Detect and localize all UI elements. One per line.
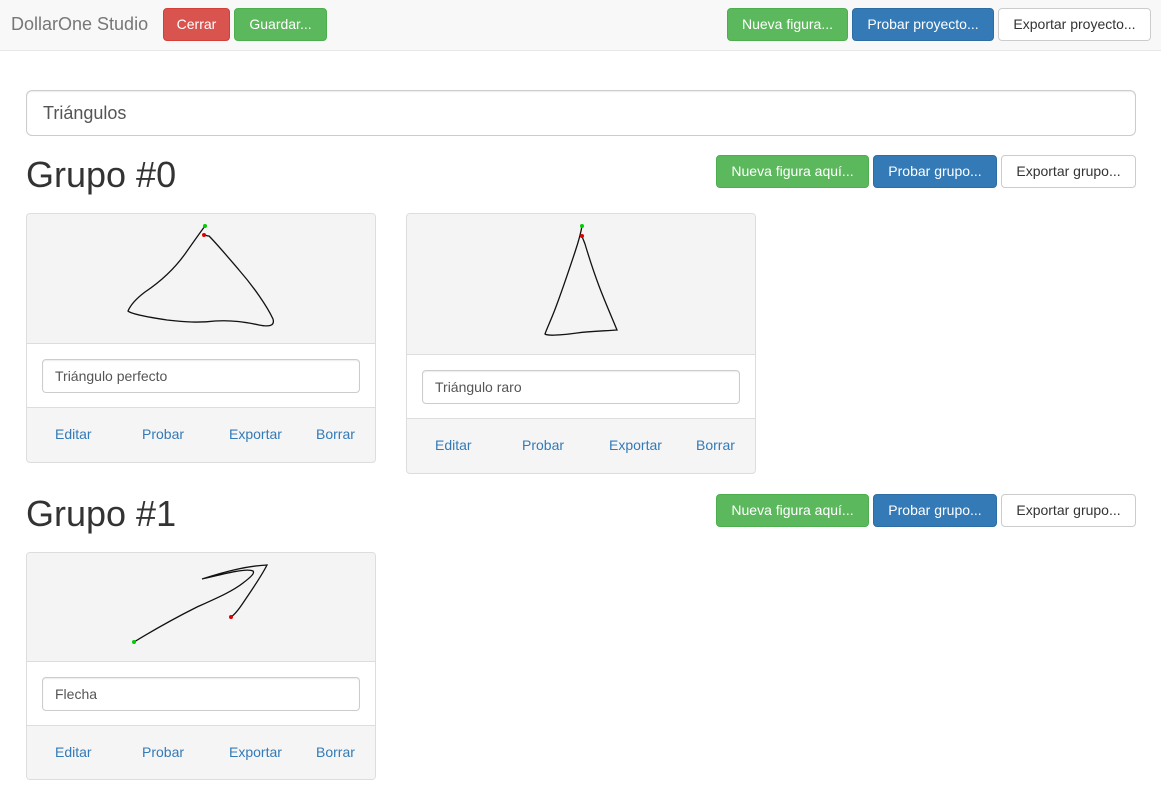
test-link[interactable]: Probar (142, 426, 184, 442)
figure-name-input[interactable]: Triángulo perfecto (42, 359, 360, 393)
export-link[interactable]: Exportar (229, 744, 282, 760)
test-link[interactable]: Probar (522, 437, 564, 453)
edit-link[interactable]: Editar (435, 437, 472, 453)
figure-name-area: Triángulo perfecto (27, 343, 375, 408)
test-project-button[interactable]: Probar proyecto... (852, 8, 994, 41)
top-navbar: DollarOne Studio Cerrar Guardar... Nueva… (0, 0, 1161, 51)
triangle-stroke (127, 224, 275, 327)
close-button[interactable]: Cerrar (163, 8, 230, 41)
test-group-button[interactable]: Probar grupo... (873, 155, 997, 188)
delete-link[interactable]: Borrar (696, 437, 735, 453)
project-name-input[interactable]: Triángulos (26, 90, 1136, 136)
stroke-end-dot (580, 234, 584, 238)
stroke-start-dot (132, 640, 136, 644)
new-figure-here-button[interactable]: Nueva figura aquí... (716, 155, 869, 188)
export-project-button[interactable]: Exportar proyecto... (998, 8, 1151, 41)
test-link[interactable]: Probar (142, 744, 184, 760)
figure-name-input[interactable]: Flecha (42, 677, 360, 711)
export-group-button[interactable]: Exportar grupo... (1001, 494, 1136, 527)
test-group-button[interactable]: Probar grupo... (873, 494, 997, 527)
figure-card: Triángulo raro Editar Probar Exportar Bo… (406, 213, 756, 474)
stroke-end-dot (229, 615, 233, 619)
export-link[interactable]: Exportar (609, 437, 662, 453)
triangle-stroke (544, 224, 618, 336)
delete-link[interactable]: Borrar (316, 744, 355, 760)
export-group-button[interactable]: Exportar grupo... (1001, 155, 1136, 188)
figure-card: Flecha Editar Probar Exportar Borrar (26, 552, 376, 780)
group-title: Grupo #0 (26, 154, 177, 195)
new-figure-here-button[interactable]: Nueva figura aquí... (716, 494, 869, 527)
group-title: Grupo #1 (26, 493, 177, 534)
figure-actions: Editar Probar Exportar Borrar (27, 408, 375, 461)
figure-actions: Editar Probar Exportar Borrar (27, 726, 375, 779)
edit-link[interactable]: Editar (55, 426, 92, 442)
figure-card: Triángulo perfecto Editar Probar Exporta… (26, 213, 376, 463)
save-button[interactable]: Guardar... (234, 8, 327, 41)
figure-preview[interactable] (27, 553, 375, 661)
export-link[interactable]: Exportar (229, 426, 282, 442)
figure-name-input[interactable]: Triángulo raro (422, 370, 740, 404)
stroke-start-dot (203, 224, 207, 228)
figure-actions: Editar Probar Exportar Borrar (407, 419, 755, 472)
stroke-start-dot (580, 224, 584, 228)
figure-name-area: Triángulo raro (407, 354, 755, 419)
figure-preview[interactable] (27, 214, 375, 343)
new-figure-button[interactable]: Nueva figura... (727, 8, 848, 41)
edit-link[interactable]: Editar (55, 744, 92, 760)
delete-link[interactable]: Borrar (316, 426, 355, 442)
figure-name-area: Flecha (27, 661, 375, 726)
stroke-end-dot (202, 233, 206, 237)
arrow-stroke (132, 564, 269, 644)
figure-preview[interactable] (407, 214, 755, 354)
app-brand[interactable]: DollarOne Studio (11, 14, 148, 34)
